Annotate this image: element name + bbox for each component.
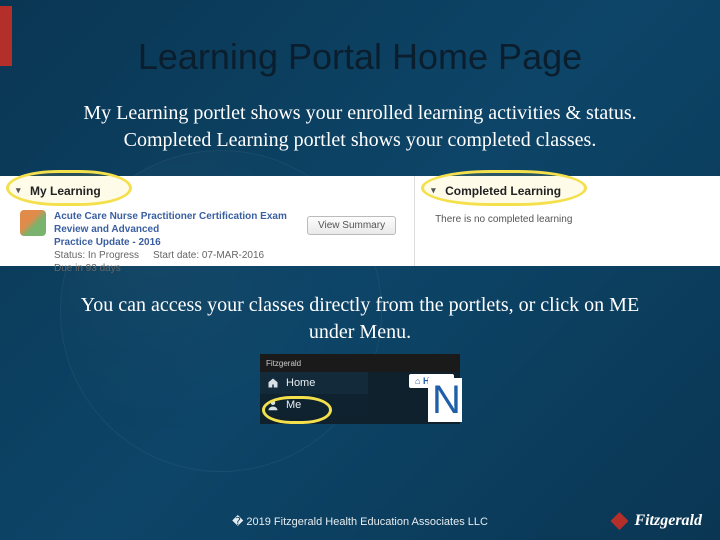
home-icon: ⌂ — [415, 376, 420, 386]
course-start-date: Start date: 07-MAR-2016 — [153, 250, 264, 261]
course-status: Status: In Progress — [54, 250, 139, 261]
slide-note: You can access your classes directly fro… — [0, 292, 720, 346]
completed-empty-text: There is no completed learning — [435, 214, 708, 225]
menu-item-label: Home — [286, 377, 315, 389]
menu-top-brand: Fitzgerald — [266, 359, 301, 368]
note-line-1: You can access your classes directly fro… — [81, 294, 639, 316]
course-icon — [20, 210, 46, 236]
menu-panel: Home Me — [260, 372, 368, 416]
course-text: Acute Care Nurse Practitioner Certificat… — [54, 210, 299, 275]
menu-screenshot: Fitzgerald ⌂ Home Home Me N — [260, 354, 460, 424]
subtitle-line-1: My Learning portlet shows your enrolled … — [83, 102, 636, 124]
brand-logo-icon — [610, 512, 628, 530]
home-icon — [267, 377, 279, 389]
course-title[interactable]: Acute Care Nurse Practitioner Certificat… — [54, 211, 287, 235]
slide: Learning Portal Home Page My Learning po… — [0, 0, 720, 540]
menu-item-me[interactable]: Me — [260, 394, 368, 416]
completed-learning-portlet: Completed Learning There is no completed… — [415, 176, 720, 266]
user-icon — [267, 399, 279, 411]
slide-title: Learning Portal Home Page — [0, 0, 720, 78]
menu-item-home[interactable]: Home — [260, 372, 368, 394]
portlets-screenshot: My Learning Acute Care Nurse Practitione… — [0, 176, 720, 266]
course-row: Acute Care Nurse Practitioner Certificat… — [20, 210, 402, 275]
course-subtitle: Practice Update - 2016 — [54, 237, 161, 248]
my-learning-portlet: My Learning Acute Care Nurse Practitione… — [0, 176, 415, 266]
note-line-2: under Menu. — [309, 321, 411, 343]
subtitle-line-2: Completed Learning portlet shows your co… — [124, 129, 597, 151]
completed-learning-heading[interactable]: Completed Learning — [435, 183, 569, 199]
accent-bar — [0, 6, 12, 66]
brand-name: Fitzgerald — [634, 512, 702, 530]
view-summary-button[interactable]: View Summary — [307, 216, 396, 235]
menu-top-bar: Fitzgerald — [260, 354, 460, 372]
menu-item-label: Me — [286, 399, 301, 411]
my-learning-heading[interactable]: My Learning — [20, 183, 109, 199]
course-due: Due in 93 days — [54, 263, 121, 274]
cropped-letter: N — [428, 378, 462, 422]
brand-mark: Fitzgerald — [610, 512, 702, 530]
slide-subtitle: My Learning portlet shows your enrolled … — [0, 100, 720, 154]
